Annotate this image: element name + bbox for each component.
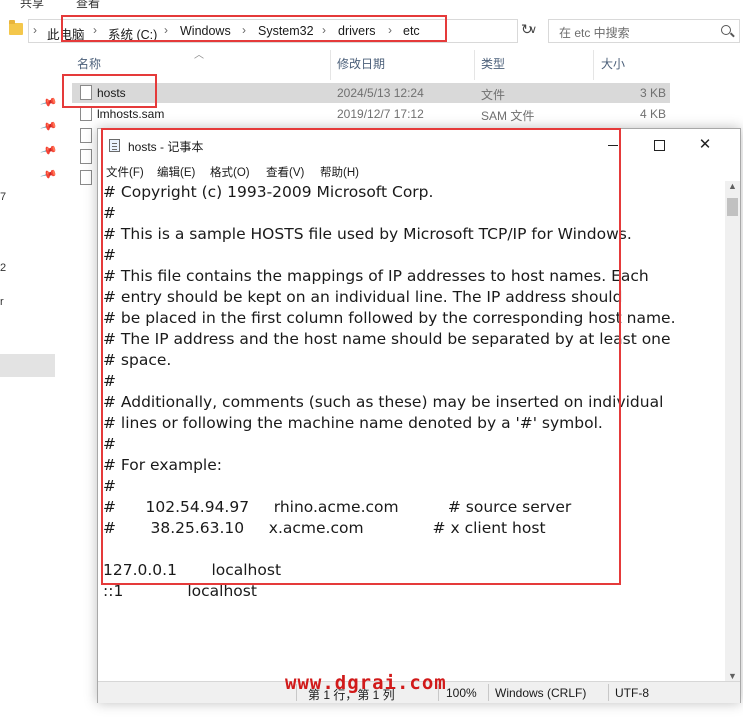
- scroll-down-icon[interactable]: ▼: [728, 671, 737, 681]
- file-icon[interactable]: [80, 170, 92, 185]
- refresh-icon[interactable]: ↻: [521, 21, 533, 38]
- ribbon-strip: 共享 查看: [0, 0, 743, 10]
- pin-icon[interactable]: 📌: [40, 165, 58, 183]
- vertical-scrollbar[interactable]: ▲ ▼: [725, 181, 740, 681]
- column-header-size[interactable]: 大小: [601, 55, 625, 72]
- column-header-type[interactable]: 类型: [481, 55, 505, 72]
- file-icon: [80, 106, 92, 121]
- file-size: 3 KB: [639, 86, 666, 100]
- file-size: 4 KB: [639, 107, 666, 121]
- sort-ascending-icon: ︿: [194, 50, 204, 61]
- highlight-notepad-content: [101, 128, 621, 585]
- file-date: 2019/12/7 17:12: [337, 107, 424, 121]
- search-placeholder: 在 etc 中搜索: [559, 26, 630, 40]
- pin-icon[interactable]: 📌: [40, 93, 58, 111]
- ribbon-tab-share[interactable]: 共享: [20, 0, 44, 10]
- file-row-hosts[interactable]: hosts 2024/5/13 12:24 文件 3 KB: [72, 83, 670, 103]
- column-divider: [474, 50, 475, 80]
- nav-pane-selected-item[interactable]: [0, 354, 55, 377]
- highlight-breadcrumb: [61, 15, 447, 42]
- left-pane-fragment: 7: [0, 191, 7, 203]
- status-divider: [488, 684, 489, 701]
- maximize-button[interactable]: [636, 129, 682, 161]
- watermark-text: www.dgrai.com: [285, 672, 447, 694]
- text-line: ::1 localhost: [103, 582, 257, 600]
- pin-icon[interactable]: 📌: [40, 141, 58, 159]
- status-divider: [608, 684, 609, 701]
- search-input[interactable]: 在 etc 中搜索: [548, 19, 740, 43]
- column-header-name[interactable]: 名称: [77, 55, 101, 72]
- status-line-ending: Windows (CRLF): [495, 686, 587, 700]
- close-button[interactable]: ✕: [682, 129, 728, 161]
- status-zoom: 100%: [446, 686, 477, 700]
- pin-icon[interactable]: 📌: [40, 117, 58, 135]
- file-icon[interactable]: [80, 128, 92, 143]
- ribbon-tab-view[interactable]: 查看: [76, 0, 100, 10]
- breadcrumb-separator-icon: ›: [33, 23, 37, 37]
- left-pane-fragment: 2: [0, 262, 7, 274]
- column-divider: [593, 50, 594, 80]
- search-icon: [721, 25, 731, 35]
- file-row-lmhosts[interactable]: lmhosts.sam 2019/12/7 17:12 SAM 文件 4 KB: [72, 104, 670, 124]
- left-pane-fragment: r: [0, 296, 4, 308]
- column-header-date[interactable]: 修改日期: [337, 55, 385, 72]
- scroll-up-icon[interactable]: ▲: [728, 181, 737, 191]
- highlight-hosts-file: [62, 74, 157, 108]
- column-divider: [330, 50, 331, 80]
- file-icon[interactable]: [80, 149, 92, 164]
- folder-icon: [9, 20, 23, 35]
- file-type: 文件: [481, 88, 506, 102]
- file-type: SAM 文件: [481, 109, 535, 123]
- file-name: lmhosts.sam: [97, 107, 165, 121]
- status-encoding: UTF-8: [615, 686, 649, 700]
- scroll-thumb[interactable]: [727, 198, 738, 216]
- file-date: 2024/5/13 12:24: [337, 86, 424, 100]
